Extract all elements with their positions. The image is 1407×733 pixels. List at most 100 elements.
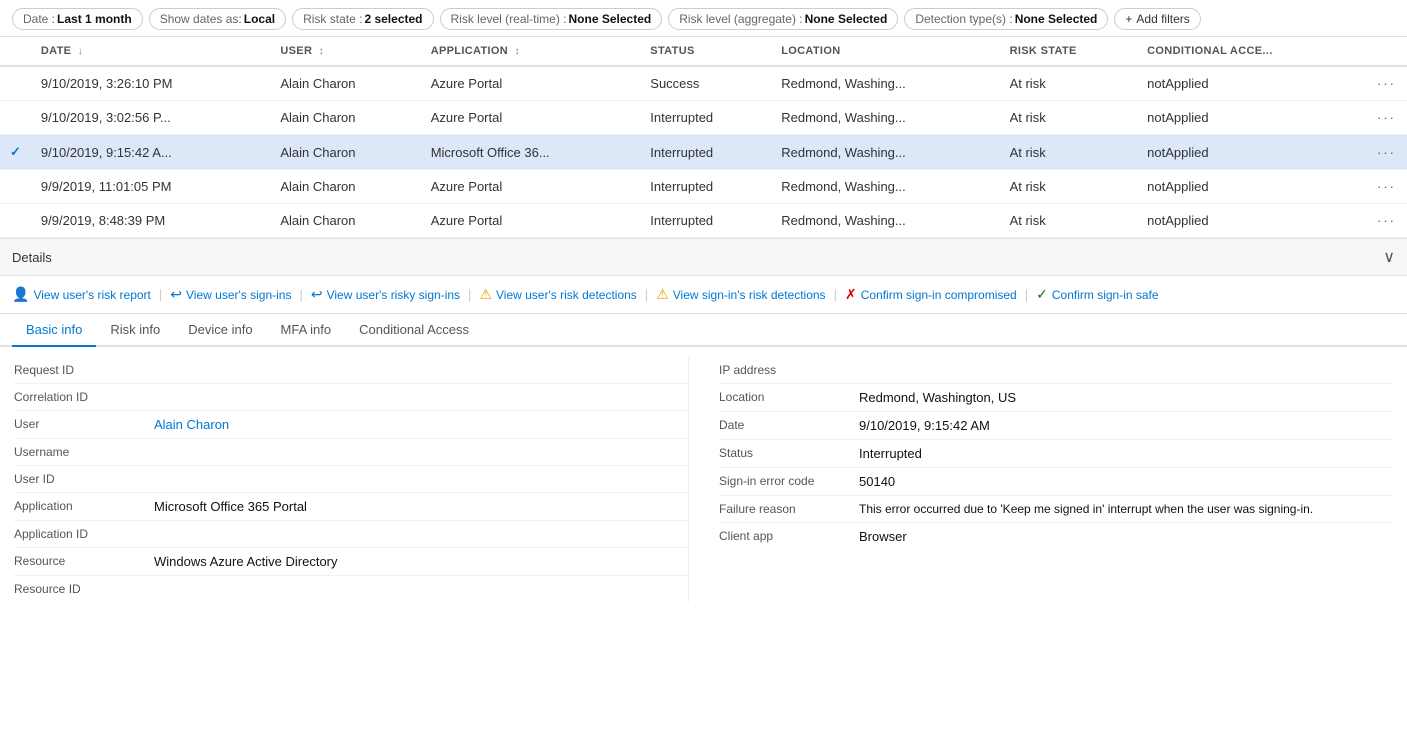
date-sort-icon: ↓ <box>78 46 83 57</box>
filter-bar: Date : Last 1 month Show dates as: Local… <box>0 0 1407 37</box>
col-conditional-access: CONDITIONAL ACCE... <box>1137 37 1367 66</box>
risk-level-agg-val: None Selected <box>805 12 888 26</box>
sign-ins-table-container: DATE ↓ USER ↕ APPLICATION ↕ STATUS LOCAT… <box>0 37 1407 239</box>
row-date-0: 9/10/2019, 3:26:10 PM <box>31 66 270 101</box>
col-date[interactable]: DATE ↓ <box>31 37 270 66</box>
confirm-safe-link[interactable]: ✓ Confirm sign-in safe <box>1036 286 1158 303</box>
detail-label: Date <box>719 418 849 432</box>
add-filters-label: Add filters <box>1136 12 1189 26</box>
view-risk-detections-link[interactable]: ⚠ View user's risk detections <box>479 286 636 303</box>
col-location: LOCATION <box>771 37 999 66</box>
basic-info-panel: Request ID Correlation ID User Alain Cha… <box>0 347 1407 612</box>
tab-mfa-info[interactable]: MFA info <box>267 314 346 347</box>
view-risky-sign-ins-link[interactable]: ↩ View user's risky sign-ins <box>311 286 460 303</box>
table-row[interactable]: 9/10/2019, 3:02:56 P... Alain Charon Azu… <box>0 101 1407 135</box>
detail-label: Username <box>14 445 144 459</box>
details-bar[interactable]: Details ∨ <box>0 239 1407 276</box>
row-app-0: Azure Portal <box>421 66 641 101</box>
tab-basic-info[interactable]: Basic info <box>12 314 96 347</box>
show-dates-val: Local <box>244 12 275 26</box>
table-row[interactable]: 9/10/2019, 3:26:10 PM Alain Charon Azure… <box>0 66 1407 101</box>
select-all-header <box>0 37 31 66</box>
row-check-3 <box>0 170 31 204</box>
user-sort-icon: ↕ <box>319 46 324 57</box>
detail-row: User Alain Charon <box>14 411 688 439</box>
risk-level-aggregate-filter[interactable]: Risk level (aggregate) : None Selected <box>668 8 898 30</box>
row-app-4: Azure Portal <box>421 204 641 238</box>
row-ellipsis-0[interactable]: ··· <box>1367 66 1407 101</box>
view-sign-ins-link[interactable]: ↩ View user's sign-ins <box>170 286 291 303</box>
table-row[interactable]: 9/9/2019, 11:01:05 PM Alain Charon Azure… <box>0 170 1407 204</box>
row-ca-0: notApplied <box>1137 66 1367 101</box>
detail-value[interactable]: Alain Charon <box>154 417 688 432</box>
detail-label: Application ID <box>14 527 144 541</box>
table-row[interactable]: ✓ 9/10/2019, 9:15:42 A... Alain Charon M… <box>0 135 1407 170</box>
row-user-1: Alain Charon <box>270 101 420 135</box>
detail-label: Correlation ID <box>14 390 144 404</box>
risky-sign-ins-icon: ↩ <box>311 286 323 303</box>
app-sort-icon: ↕ <box>514 46 519 57</box>
row-ellipsis-2[interactable]: ··· <box>1367 135 1407 170</box>
row-app-2: Microsoft Office 36... <box>421 135 641 170</box>
col-status: STATUS <box>640 37 771 66</box>
detail-label: Resource <box>14 554 144 568</box>
detail-row: Resource Windows Azure Active Directory <box>14 548 688 576</box>
detail-row: Status Interrupted <box>719 440 1393 468</box>
row-check-1 <box>0 101 31 135</box>
row-check-4 <box>0 204 31 238</box>
row-risk-4: At risk <box>1000 204 1138 238</box>
view-risk-report-link[interactable]: 👤 View user's risk report <box>12 286 151 303</box>
confirm-safe-label: Confirm sign-in safe <box>1052 288 1159 302</box>
view-signin-risk-link[interactable]: ⚠ View sign-in's risk detections <box>656 286 825 303</box>
detail-row: Correlation ID <box>14 384 688 411</box>
detail-label: Failure reason <box>719 502 849 516</box>
date-filter[interactable]: Date : Last 1 month <box>12 8 143 30</box>
row-ellipsis-4[interactable]: ··· <box>1367 204 1407 238</box>
confirm-compromised-label: Confirm sign-in compromised <box>861 288 1017 302</box>
detail-label: Application <box>14 499 144 513</box>
row-location-0: Redmond, Washing... <box>771 66 999 101</box>
detail-value: Windows Azure Active Directory <box>154 554 688 569</box>
detail-label: Client app <box>719 529 849 543</box>
row-user-0: Alain Charon <box>270 66 420 101</box>
date-filter-key: Date : <box>23 12 55 26</box>
row-user-4: Alain Charon <box>270 204 420 238</box>
risk-detections-icon: ⚠ <box>479 286 492 303</box>
risk-level-rt-key: Risk level (real-time) : <box>451 12 567 26</box>
detection-types-filter[interactable]: Detection type(s) : None Selected <box>904 8 1108 30</box>
show-dates-filter[interactable]: Show dates as: Local <box>149 8 286 30</box>
row-ellipsis-3[interactable]: ··· <box>1367 170 1407 204</box>
detail-value: This error occurred due to 'Keep me sign… <box>859 502 1393 516</box>
tab-device-info[interactable]: Device info <box>174 314 266 347</box>
row-check-2: ✓ <box>0 135 31 170</box>
risk-state-key: Risk state : <box>303 12 362 26</box>
row-location-3: Redmond, Washing... <box>771 170 999 204</box>
col-user[interactable]: USER ↕ <box>270 37 420 66</box>
table-row[interactable]: 9/9/2019, 8:48:39 PM Alain Charon Azure … <box>0 204 1407 238</box>
row-ellipsis-1[interactable]: ··· <box>1367 101 1407 135</box>
tab-risk-info[interactable]: Risk info <box>96 314 174 347</box>
risk-level-realtime-filter[interactable]: Risk level (real-time) : None Selected <box>440 8 663 30</box>
detail-row: Request ID <box>14 357 688 384</box>
detail-label: Status <box>719 446 849 460</box>
detail-row: Failure reason This error occurred due t… <box>719 496 1393 523</box>
view-sign-ins-label: View user's sign-ins <box>186 288 291 302</box>
table-body: 9/10/2019, 3:26:10 PM Alain Charon Azure… <box>0 66 1407 238</box>
detail-label: IP address <box>719 363 849 377</box>
row-risk-2: At risk <box>1000 135 1138 170</box>
sign-ins-icon: ↩ <box>170 286 182 303</box>
add-filters-button[interactable]: + Add filters <box>1114 8 1200 30</box>
row-user-3: Alain Charon <box>270 170 420 204</box>
risk-report-icon: 👤 <box>12 286 29 303</box>
col-application[interactable]: APPLICATION ↕ <box>421 37 641 66</box>
row-status-4: Interrupted <box>640 204 771 238</box>
detail-tabs: Basic info Risk info Device info MFA inf… <box>0 314 1407 347</box>
view-signin-risk-label: View sign-in's risk detections <box>673 288 826 302</box>
row-ca-4: notApplied <box>1137 204 1367 238</box>
risk-state-filter[interactable]: Risk state : 2 selected <box>292 8 433 30</box>
view-risk-report-label: View user's risk report <box>33 288 150 302</box>
detail-value: Interrupted <box>859 446 1393 461</box>
confirm-compromised-link[interactable]: ✗ Confirm sign-in compromised <box>845 286 1017 303</box>
tab-conditional-access[interactable]: Conditional Access <box>345 314 483 347</box>
row-status-0: Success <box>640 66 771 101</box>
